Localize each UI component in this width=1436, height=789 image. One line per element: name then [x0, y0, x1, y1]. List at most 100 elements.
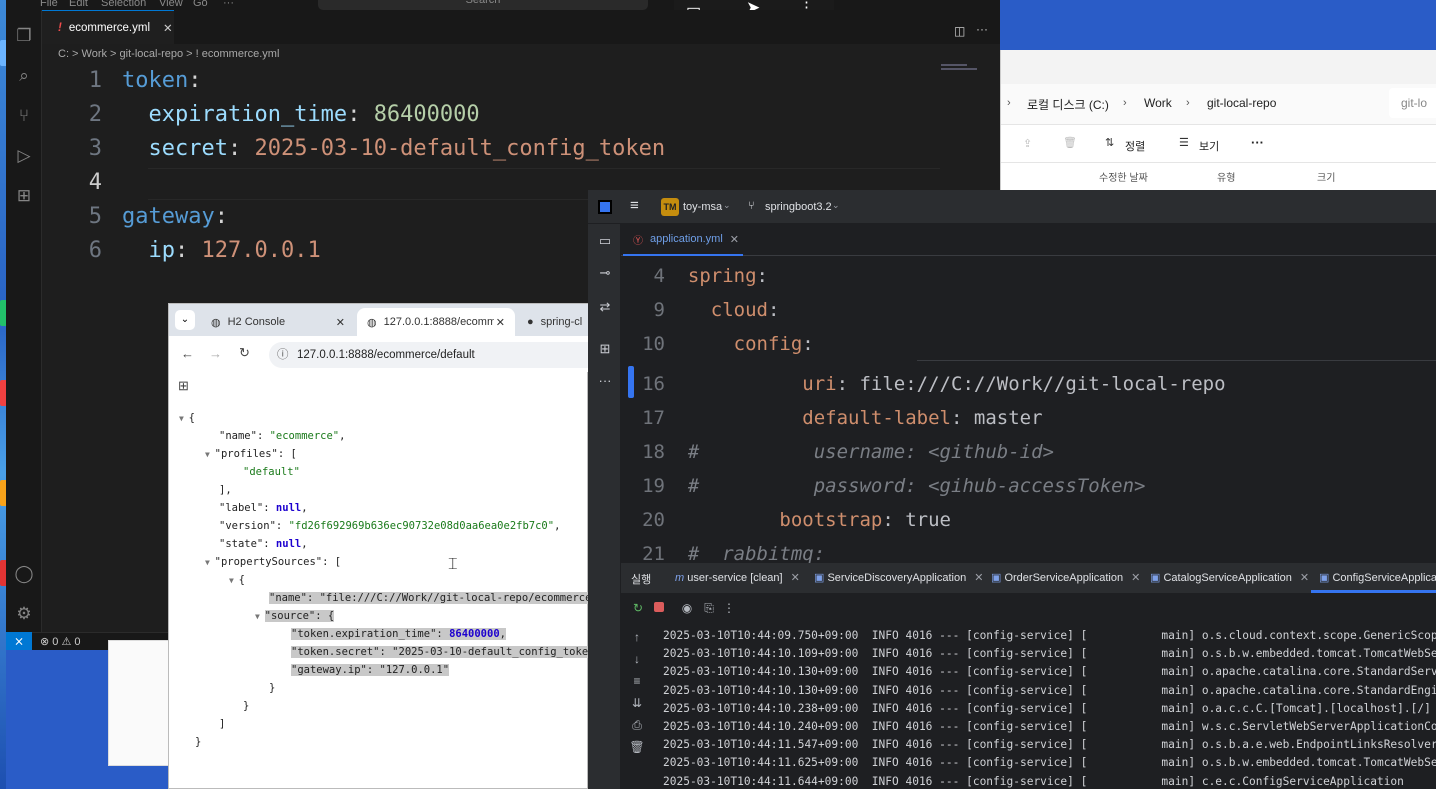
address-bar[interactable]: ⓘ 127.0.0.1:8888/ecommerce/default [269, 342, 591, 368]
close-icon[interactable]: ✕ [496, 316, 505, 329]
menu-file[interactable]: File [40, 0, 58, 9]
chevron-right-icon: › [1007, 97, 1011, 109]
run-debug-icon[interactable]: ▷ [14, 146, 34, 166]
yaml-rest: : true [882, 509, 951, 531]
path-segment[interactable]: 로컬 디스크 (C:) [1027, 96, 1109, 113]
scroll-down-icon[interactable]: ↓ [629, 651, 645, 667]
collapse-triangle-icon[interactable]: ▼ [205, 558, 215, 567]
column-size[interactable]: 크기 [1317, 169, 1335, 184]
collapse-triangle-icon[interactable]: ▼ [255, 612, 265, 621]
site-info-icon[interactable]: ⓘ [277, 342, 289, 368]
explorer-search-box[interactable]: git-lo [1389, 88, 1436, 118]
collapse-triangle-icon[interactable]: ▼ [179, 414, 189, 423]
command-center-search[interactable]: Search [318, 0, 648, 10]
more-button[interactable]: ··· [1251, 135, 1264, 150]
tab-search-icon[interactable]: ⌄ [175, 310, 195, 330]
more-tools-icon[interactable]: ··· [596, 372, 614, 390]
source-control-icon[interactable]: ⑂ [14, 106, 34, 126]
account-icon[interactable]: ◯ [14, 564, 34, 584]
project-folder-icon[interactable]: ▭ [596, 232, 614, 250]
run-tab-catalog-service[interactable]: ▣ CatalogServiceApplication ✕ [1150, 571, 1309, 584]
run-tab-service-discovery[interactable]: ▣ ServiceDiscoveryApplication ✕ [814, 571, 983, 584]
problems-indicator[interactable]: ⊗ 0 ⚠ 0 [40, 635, 80, 648]
print-icon[interactable]: ⎙ [629, 717, 645, 733]
forward-arrow-icon[interactable]: → [209, 346, 222, 361]
collapse-triangle-icon[interactable]: ▼ [205, 450, 215, 459]
line-number: 2 [88, 102, 102, 127]
branch-selector[interactable]: springboot3.2 [765, 201, 832, 213]
soft-wrap-icon[interactable]: ≡ [629, 673, 645, 689]
main-menu-icon[interactable]: ≡ [630, 197, 639, 214]
code-line[interactable]: 2 expiration_time: 86400000 [42, 98, 480, 132]
chrome-window: ⌄ ◍ H2 Console ✕ ◍ 127.0.0.1:8888/ecomm … [168, 303, 630, 789]
menu-view[interactable]: View [159, 0, 183, 9]
code-line[interactable]: 16 uri: file:///C://Work//git-local-repo [621, 367, 1225, 401]
clear-trash-icon[interactable]: 🗑 [629, 739, 645, 755]
scroll-up-icon[interactable]: ↑ [629, 629, 645, 645]
tab-github[interactable]: ● spring-cl [517, 308, 589, 336]
yaml-rest: : [756, 265, 768, 287]
run-tab-config-service[interactable]: ▣ ConfigServiceApplicati [1319, 571, 1436, 584]
split-editor-icon[interactable]: ◫ [954, 24, 965, 38]
code-line[interactable]: 5 gateway: [42, 200, 228, 234]
tab-ecommerce-yml[interactable]: ! ecommerce.yml ✕ [42, 10, 174, 44]
rerun-icon[interactable]: ↻ [630, 600, 646, 616]
project-selector[interactable]: toy-msa [683, 201, 722, 213]
files-icon[interactable]: ❐ [14, 26, 34, 46]
code-line[interactable]: 1 token: [42, 64, 202, 98]
run-tab-order-service[interactable]: ▣ OrderServiceApplication ✕ [991, 571, 1140, 584]
more-actions-icon[interactable]: ··· [976, 22, 988, 36]
tab-h2-console[interactable]: ◍ H2 Console ✕ [201, 308, 355, 336]
camera-icon[interactable]: ◉ [679, 600, 695, 616]
exit-icon[interactable]: ⎘ [701, 600, 717, 616]
browser-tab-strip: ⌄ ◍ H2 Console ✕ ◍ 127.0.0.1:8888/ecomm … [169, 304, 589, 336]
menu-edit[interactable]: Edit [69, 0, 88, 9]
close-icon[interactable]: ✕ [336, 316, 345, 329]
scroll-to-end-icon[interactable]: ⇊ [629, 695, 645, 711]
code-line[interactable]: 10 config: [621, 327, 814, 361]
extensions-icon[interactable]: ⊞ [14, 186, 34, 206]
path-segment[interactable]: git-local-repo [1207, 96, 1276, 110]
path-segment[interactable]: Work [1144, 96, 1172, 110]
explorer-address-bar[interactable]: › 로컬 디스크 (C:) › Work › git-local-repo gi… [1001, 84, 1436, 124]
back-arrow-icon[interactable]: ← [181, 346, 194, 361]
menu-selection[interactable]: Selection [101, 0, 146, 9]
share-icon[interactable]: ⇪ [1023, 137, 1032, 150]
code-line[interactable]: 9 cloud: [621, 293, 780, 327]
code-line[interactable]: 20 bootstrap: true [621, 503, 951, 537]
search-icon[interactable]: ⌕ [14, 66, 34, 86]
json-viewer[interactable]: ▼ { "name": "ecommerce", ▼ "profiles": [… [169, 404, 630, 789]
tab-config-endpoint[interactable]: ◍ 127.0.0.1:8888/ecomm ✕ [357, 308, 515, 336]
code-line[interactable]: 19 # password: <gihub-accessToken> [621, 469, 1145, 503]
code-line[interactable]: 4 spring: [621, 259, 768, 293]
remote-indicator[interactable]: ⨯ [6, 632, 32, 650]
code-line[interactable]: 17 default-label: master [621, 401, 1042, 435]
close-icon[interactable]: ✕ [730, 233, 739, 246]
more-vertical-icon[interactable]: ⋮ [721, 600, 737, 616]
sort-button[interactable]: 정렬 [1125, 138, 1145, 154]
commit-icon[interactable]: ⊸ [596, 264, 614, 282]
breadcrumb[interactable]: C: > Work > git-local-repo > ! ecommerce… [58, 48, 279, 60]
stop-icon[interactable] [651, 600, 667, 616]
close-icon[interactable]: ✕ [163, 21, 173, 35]
tab-application-yml[interactable]: Ⓨ application.yml ✕ [623, 224, 743, 256]
collapse-triangle-icon[interactable]: ▼ [229, 576, 239, 585]
apps-grid-icon[interactable]: ⊞ [178, 378, 189, 394]
pull-requests-icon[interactable]: ⇄ [596, 298, 614, 316]
code-line[interactable]: 4 [42, 166, 122, 200]
column-type[interactable]: 유형 [1217, 169, 1235, 184]
menu-more[interactable]: ··· [223, 0, 234, 9]
code-line[interactable]: 18 # username: <github-id> [621, 435, 1054, 469]
menu-go[interactable]: Go [193, 0, 208, 9]
yaml-key: gateway [122, 204, 215, 229]
structure-icon[interactable]: ⊞ [596, 340, 614, 358]
column-modified[interactable]: 수정한 날짜 [1099, 169, 1148, 184]
code-line[interactable]: 21 # rabbitmq: [621, 537, 825, 563]
trash-icon[interactable]: 🗑 [1063, 136, 1077, 149]
run-tab-user-service[interactable]: m user-service [clean] ✕ [675, 571, 800, 584]
settings-gear-icon[interactable]: ⚙ [14, 604, 34, 624]
view-button[interactable]: 보기 [1199, 138, 1219, 154]
code-line[interactable]: 6 ip: 127.0.0.1 [42, 234, 321, 268]
code-line[interactable]: 3 secret: 2025-03-10-default_config_toke… [42, 132, 665, 166]
reload-icon[interactable]: ↻ [239, 345, 250, 361]
